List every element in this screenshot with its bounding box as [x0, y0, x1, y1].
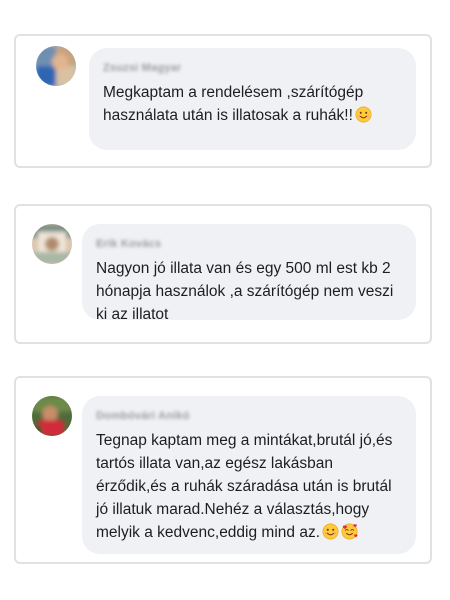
avatar[interactable]: [32, 224, 72, 264]
avatar-photo: [32, 224, 72, 264]
avatar-photo: [36, 46, 76, 86]
reviews-page: Zsuzsi Magyar Megkaptam a rendelésem ,sz…: [0, 0, 450, 600]
comment-author[interactable]: Dombóvári Anikó: [96, 410, 190, 422]
comment-text: Megkaptam a rendelésem ,szárítógép haszn…: [103, 81, 402, 127]
comment-card: Dombóvári Anikó Tegnap kaptam meg a mint…: [14, 376, 432, 564]
comment-text: Nagyon jó illata van és egy 500 ml est k…: [96, 260, 394, 323]
comment-bubble: Dombóvári Anikó Tegnap kaptam meg a mint…: [82, 396, 416, 554]
avatar-photo: [32, 396, 72, 436]
comment-text-body: Megkaptam a rendelésem ,szárítógép haszn…: [103, 84, 364, 124]
comment-text: Tegnap kaptam meg a mintákat,brutál jó,é…: [96, 429, 402, 544]
comment-card: Erik Kovács Nagyon jó illata van és egy …: [14, 204, 432, 344]
smiling-face-with-hearts-icon: [341, 523, 358, 540]
avatar[interactable]: [32, 396, 72, 436]
smiling-face-icon: [322, 523, 339, 540]
comment-bubble: Zsuzsi Magyar Megkaptam a rendelésem ,sz…: [89, 48, 416, 150]
comment-card: Zsuzsi Magyar Megkaptam a rendelésem ,sz…: [14, 34, 432, 168]
smiling-face-icon: [355, 106, 372, 123]
comment-author[interactable]: Zsuzsi Magyar: [103, 62, 181, 74]
comment-bubble: Erik Kovács Nagyon jó illata van és egy …: [82, 224, 416, 323]
avatar[interactable]: [36, 46, 76, 86]
comment-author[interactable]: Erik Kovács: [96, 238, 161, 250]
